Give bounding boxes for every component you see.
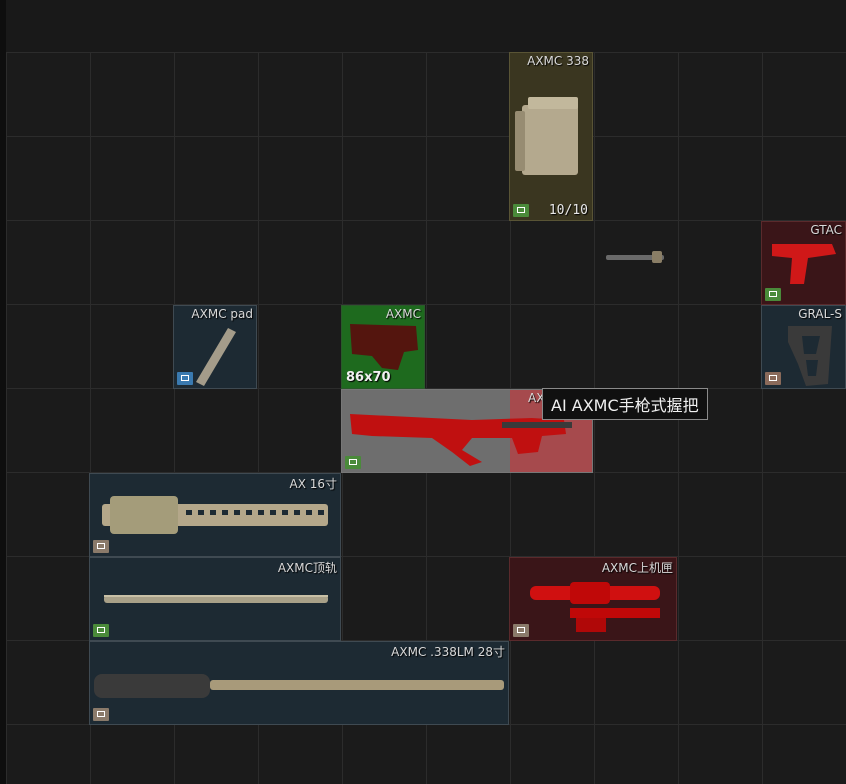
- item-ax-16-handguard[interactable]: AX 16寸: [89, 473, 341, 557]
- item-axmc-pad[interactable]: AXMC pad: [173, 305, 257, 389]
- item-name: AXMC: [385, 307, 421, 321]
- item-name: AXMC pad: [191, 307, 253, 321]
- magazine-icon: [515, 97, 578, 175]
- item-size-label: 86x70: [346, 370, 391, 385]
- item-axmc-338-magazine[interactable]: AXMC 338 10/10: [509, 52, 593, 221]
- item-name: GRAL-S: [798, 307, 842, 321]
- item-name: AX 16寸: [289, 477, 337, 491]
- grip-type-icon: [765, 288, 781, 301]
- item-name: AXMC 338: [527, 54, 589, 68]
- item-axmc-upper-receiver[interactable]: AXMC上机匣: [509, 557, 677, 641]
- magazine-type-icon: [513, 204, 529, 217]
- ammo-count: 10/10: [548, 203, 588, 218]
- item-axmc-barrel[interactable]: AXMC .338LM 28寸: [89, 641, 509, 725]
- item-name: AXMC顶轨: [277, 561, 337, 575]
- barrel-part-icon: [606, 251, 664, 263]
- item-name: GTAC: [810, 223, 842, 237]
- handguard-type-icon: [93, 540, 109, 553]
- rail-type-icon: [93, 624, 109, 637]
- item-gtac-grip[interactable]: GTAC: [761, 221, 846, 305]
- grip-type-icon: [765, 372, 781, 385]
- item-axmc-top-rail[interactable]: AXMC顶轨: [89, 557, 341, 641]
- item-tooltip: AI AXMC手枪式握把: [542, 388, 708, 420]
- chassis-type-icon: [345, 456, 361, 469]
- item-name: AXMC .338LM 28寸: [391, 645, 505, 659]
- barrel-type-icon: [93, 708, 109, 721]
- pad-type-icon: [177, 372, 193, 385]
- item-axmc-stock[interactable]: AXMC 86x70: [341, 305, 425, 389]
- item-gral-s-grip[interactable]: GRAL-S: [761, 305, 846, 389]
- item-loose-part[interactable]: [594, 221, 678, 305]
- receiver-type-icon: [513, 624, 529, 637]
- stash-top-strip: [6, 0, 846, 52]
- item-name: AXMC上机匣: [601, 561, 673, 575]
